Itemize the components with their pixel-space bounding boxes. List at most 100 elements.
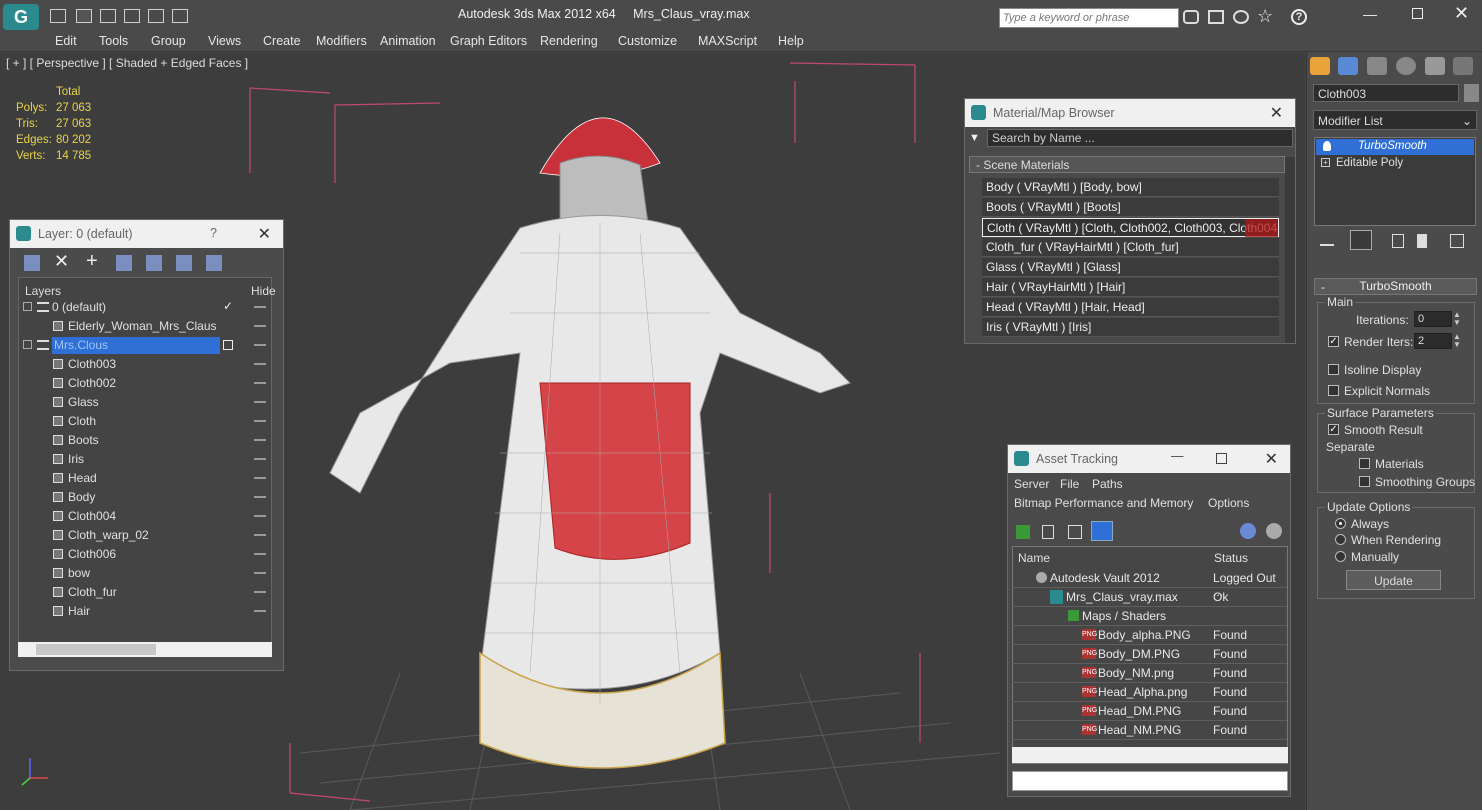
collapse-icon[interactable] <box>23 340 32 349</box>
hide-toggle[interactable] <box>254 515 266 517</box>
close-icon[interactable]: ✕ <box>1270 103 1283 123</box>
create-tab-icon[interactable] <box>1310 57 1330 75</box>
save-icon[interactable] <box>76 9 92 23</box>
display-tab-icon[interactable] <box>1425 57 1445 75</box>
materials-checkbox[interactable] <box>1359 458 1370 469</box>
scroll-thumb[interactable] <box>36 644 156 655</box>
create-layer-icon[interactable] <box>24 255 40 271</box>
stack-item-editable-poly[interactable]: Editable Poly <box>1316 156 1474 172</box>
layer-row[interactable]: Cloth004 <box>20 507 270 526</box>
hide-toggle[interactable] <box>254 534 266 536</box>
asset-row[interactable]: PNG Body_NM.png Found <box>1012 664 1287 683</box>
select-objects-icon[interactable] <box>116 255 132 271</box>
turbosmooth-rollout-header[interactable]: - TurboSmooth <box>1314 278 1477 295</box>
material-browser-titlebar[interactable]: Material/Map Browser ✕ <box>965 99 1295 127</box>
layer-row[interactable]: Cloth_warp_02 <box>20 526 270 545</box>
refresh-icon[interactable] <box>1016 525 1030 539</box>
table-view-icon[interactable] <box>1091 521 1113 541</box>
col-layers[interactable]: Layers <box>25 284 61 298</box>
layer-row[interactable]: Mrs.Clous <box>20 336 270 355</box>
redo-icon[interactable] <box>172 9 188 23</box>
tree-view-icon[interactable] <box>1068 525 1082 539</box>
asset-path-field[interactable] <box>1012 771 1288 791</box>
communication-icon[interactable] <box>1233 10 1249 24</box>
highlight-layer-icon[interactable] <box>146 255 162 271</box>
layer-row[interactable]: Cloth002 <box>20 374 270 393</box>
menu-maxscript[interactable]: MAXScript <box>698 34 757 48</box>
render-iters-checkbox[interactable]: ✓ <box>1328 336 1339 347</box>
close-icon[interactable]: ✕ <box>1265 449 1278 469</box>
remove-modifier-icon[interactable] <box>1417 234 1427 248</box>
current-layer-box-icon[interactable] <box>223 340 233 350</box>
hierarchy-tab-icon[interactable] <box>1367 57 1387 75</box>
binoculars-icon[interactable] <box>1183 10 1199 24</box>
always-radio[interactable] <box>1335 518 1346 529</box>
star-icon[interactable]: ☆ <box>1257 6 1273 27</box>
maximize-icon[interactable] <box>1412 8 1423 19</box>
material-item[interactable]: Body ( VRayMtl ) [Body, bow] <box>982 178 1279 197</box>
col-status[interactable]: Status <box>1214 551 1248 565</box>
freeze-all-icon[interactable] <box>206 255 222 271</box>
layer-row[interactable]: bow <box>20 564 270 583</box>
make-unique-icon[interactable] <box>1392 234 1404 248</box>
utilities-tab-icon[interactable] <box>1453 57 1473 75</box>
project-icon[interactable] <box>124 9 140 23</box>
menu-views[interactable]: Views <box>208 34 241 48</box>
hide-toggle[interactable] <box>254 610 266 612</box>
menu-animation[interactable]: Animation <box>380 34 436 48</box>
layer-panel-titlebar[interactable]: Layer: 0 (default) ? ✕ <box>10 220 283 248</box>
menu-bitmap-performance[interactable]: Bitmap Performance and Memory <box>1014 496 1193 510</box>
show-end-result-icon[interactable] <box>1350 230 1372 250</box>
hide-toggle[interactable] <box>254 458 266 460</box>
close-icon[interactable]: ✕ <box>258 224 271 244</box>
help-icon[interactable]: ? <box>1291 9 1307 25</box>
layer-row[interactable]: Head <box>20 469 270 488</box>
hide-toggle[interactable] <box>254 477 266 479</box>
material-item[interactable]: Cloth ( VRayMtl ) [Cloth, Cloth002, Clot… <box>982 218 1279 237</box>
menu-edit[interactable]: Edit <box>55 34 77 48</box>
material-item[interactable]: Head ( VRayMtl ) [Hair, Head] <box>982 298 1279 317</box>
lightbulb-icon[interactable] <box>1323 141 1331 151</box>
layer-row[interactable]: Cloth003 <box>20 355 270 374</box>
layer-row[interactable]: Cloth006 <box>20 545 270 564</box>
layer-row[interactable]: Hair <box>20 602 270 621</box>
list-view-icon[interactable] <box>1042 525 1054 539</box>
smooth-result-checkbox[interactable]: ✓ <box>1328 424 1339 435</box>
delete-layer-icon[interactable]: ✕ <box>54 251 69 272</box>
configure-sets-icon[interactable] <box>1450 234 1464 248</box>
hide-toggle[interactable] <box>254 401 266 403</box>
object-color-swatch[interactable] <box>1464 84 1479 102</box>
material-item[interactable]: Boots ( VRayMtl ) [Boots] <box>982 198 1279 217</box>
minimize-icon[interactable]: — <box>1171 449 1184 463</box>
update-button[interactable]: Update <box>1346 570 1441 590</box>
hide-toggle[interactable] <box>254 496 266 498</box>
layer-row[interactable]: Elderly_Woman_Mrs_Claus <box>20 317 270 336</box>
layer-row[interactable]: Iris <box>20 450 270 469</box>
scene-materials-header[interactable]: - Scene Materials <box>969 156 1285 173</box>
col-name[interactable]: Name <box>1018 551 1050 565</box>
asset-tracking-titlebar[interactable]: Asset Tracking — ✕ <box>1008 445 1290 473</box>
tools-icon[interactable] <box>1208 10 1224 24</box>
app-logo-icon[interactable]: G <box>3 4 39 30</box>
settings-icon[interactable] <box>1266 523 1282 539</box>
spinner-arrows-icon[interactable]: ▲ ▼ <box>1453 333 1461 349</box>
col-hide[interactable]: Hide <box>251 284 276 298</box>
undo-icon[interactable] <box>148 9 164 23</box>
asset-row[interactable]: PNG Head_NM.PNG Found <box>1012 721 1287 740</box>
add-to-layer-icon[interactable]: + <box>86 250 98 273</box>
menu-help[interactable]: Help <box>778 34 804 48</box>
when-rendering-radio[interactable] <box>1335 534 1346 545</box>
material-scrollbar[interactable] <box>1285 157 1295 343</box>
hide-toggle[interactable] <box>254 344 266 346</box>
modifier-list-dropdown[interactable]: Modifier List ⌄ <box>1313 110 1477 130</box>
asset-row[interactable]: Maps / Shaders <box>1012 607 1287 626</box>
layer-row[interactable]: Body <box>20 488 270 507</box>
hide-all-icon[interactable] <box>176 255 192 271</box>
motion-tab-icon[interactable] <box>1396 57 1416 75</box>
maximize-icon[interactable] <box>1216 453 1227 464</box>
hide-toggle[interactable] <box>254 306 266 308</box>
layer-row[interactable]: Boots <box>20 431 270 450</box>
collapse-icon[interactable] <box>23 302 32 311</box>
hide-toggle[interactable] <box>254 572 266 574</box>
iterations-spinner[interactable]: 0 <box>1414 311 1452 327</box>
